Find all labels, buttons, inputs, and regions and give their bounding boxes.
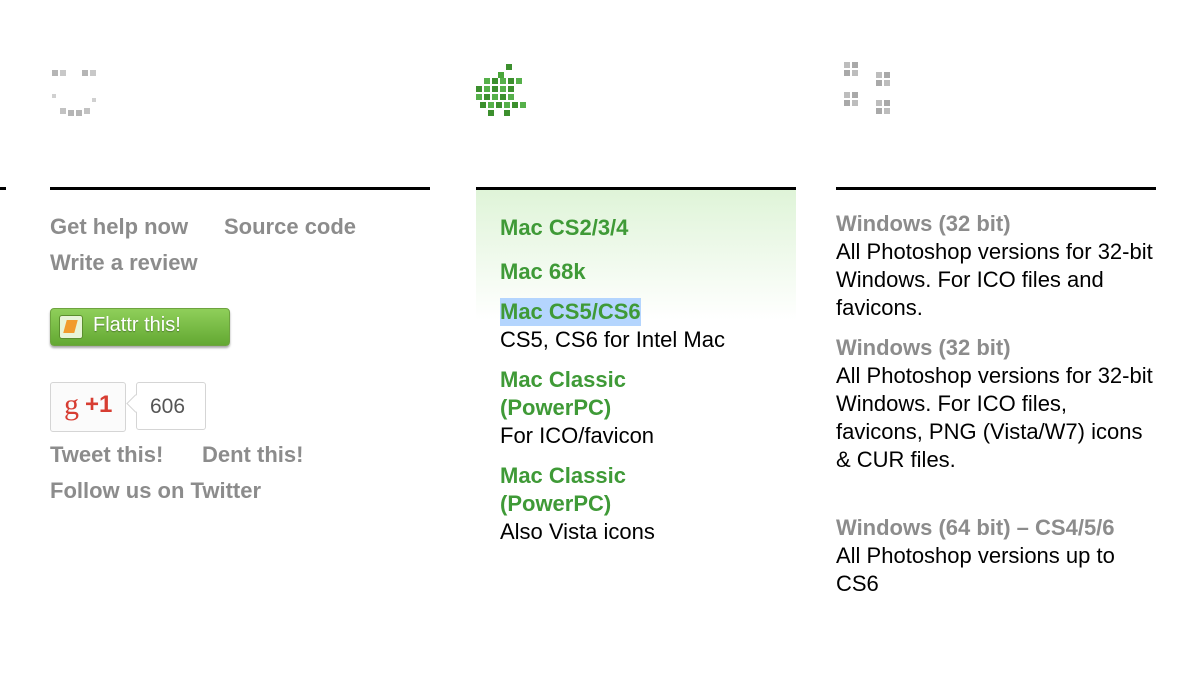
mac-classic-ico-link-line1[interactable]: Mac Classic <box>500 366 626 394</box>
windows-column-rule <box>836 187 1156 190</box>
tweet-link[interactable]: Tweet this! <box>50 442 163 468</box>
mac-classic-vista-link-line1[interactable]: Mac Classic <box>500 462 626 490</box>
left-column-rule <box>50 187 430 190</box>
mac-cs5-cs6-link[interactable]: Mac CS5/CS6 <box>500 298 641 326</box>
mac-cs5-cs6-desc: CS5, CS6 for Intel Mac <box>500 327 725 352</box>
windows-64bit-desc: All Photoshop versions up to CS6 <box>836 543 1115 596</box>
dent-link[interactable]: Dent this! <box>202 442 303 468</box>
follow-twitter-link[interactable]: Follow us on Twitter <box>50 478 261 504</box>
google-g-icon: g <box>64 388 79 421</box>
windows-32bit-link-1[interactable]: Windows (32 bit) <box>836 210 1011 238</box>
flattr-label: Flattr this! <box>93 314 181 336</box>
mac-cs234-link[interactable]: Mac CS2/3/4 <box>500 214 628 242</box>
flattr-icon <box>59 315 83 339</box>
flattr-button[interactable]: Flattr this! <box>50 308 230 346</box>
smiley-pixel-icon <box>52 70 100 118</box>
windows-64bit-link[interactable]: Windows (64 bit) – CS4/5/6 <box>836 514 1115 542</box>
plus-one-count-value: 606 <box>150 395 186 418</box>
source-code-link[interactable]: Source code <box>224 214 356 240</box>
windows-32bit-link-2[interactable]: Windows (32 bit) <box>836 334 1011 362</box>
windows-pixel-icon <box>844 62 894 120</box>
left-edge-rule <box>0 187 6 190</box>
plus-one-count: 606 <box>136 382 206 430</box>
google-plus-one-button[interactable]: g +1 <box>50 382 126 432</box>
mac-classic-vista-link-line2[interactable]: (PowerPC) <box>500 490 611 518</box>
mac-68k-link[interactable]: Mac 68k <box>500 258 586 286</box>
mac-classic-ico-link-line2[interactable]: (PowerPC) <box>500 394 611 422</box>
get-help-link[interactable]: Get help now <box>50 214 188 240</box>
windows-32bit-desc-1: All Photoshop versions for 32-bit Window… <box>836 239 1153 320</box>
write-review-link[interactable]: Write a review <box>50 250 198 276</box>
mac-classic-ico-desc: For ICO/favicon <box>500 423 655 448</box>
apple-pixel-icon <box>476 64 528 118</box>
plus-one-label: +1 <box>85 391 113 418</box>
windows-32bit-desc-2: All Photoshop versions for 32-bit Window… <box>836 363 1153 472</box>
mac-classic-vista-desc: Also Vista icons <box>500 519 655 544</box>
